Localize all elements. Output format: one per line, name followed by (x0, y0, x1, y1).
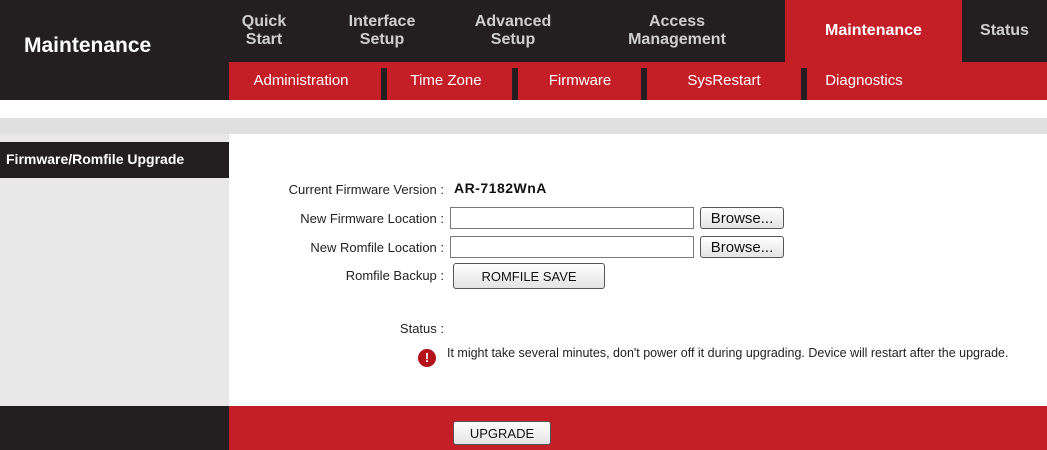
browse-romfile-button[interactable]: Browse... (700, 236, 784, 258)
tab-maintenance[interactable]: Maintenance (785, 0, 962, 62)
section-header: Firmware/Romfile Upgrade (0, 142, 229, 178)
romfile-backup-label: Romfile Backup : (345, 268, 444, 283)
current-version-value: AR-7182WnA (454, 180, 547, 196)
sub-nav: Administration Time Zone Firmware SysRes… (229, 62, 1047, 100)
subnav-divider (801, 68, 807, 100)
subtab-firmware[interactable]: Firmware (521, 68, 639, 94)
current-version-label: Current Firmware Version : (288, 182, 444, 197)
subtab-sysrestart[interactable]: SysRestart (649, 68, 799, 94)
warning-icon: ! (418, 349, 436, 367)
subtab-diagnostics[interactable]: Diagnostics (809, 68, 919, 94)
status-label: Status : (399, 321, 444, 336)
warning-message: It might take several minutes, don't pow… (447, 346, 1009, 360)
new-romfile-label: New Romfile Location : (310, 240, 444, 255)
subnav-divider (512, 68, 518, 100)
subnav-divider (381, 68, 387, 100)
subnav-divider (641, 68, 647, 100)
section-title: Firmware/Romfile Upgrade (6, 151, 185, 167)
new-firmware-label: New Firmware Location : (300, 211, 444, 226)
tab-advanced-setup[interactable]: Advanced Setup (463, 0, 563, 62)
subtab-administration[interactable]: Administration (229, 68, 373, 94)
tab-access-management[interactable]: Access Management (607, 0, 747, 62)
tab-quick-start[interactable]: Quick Start (229, 0, 299, 62)
brand-block: Maintenance (0, 0, 229, 100)
new-firmware-input[interactable] (450, 207, 694, 229)
footer-left (0, 406, 229, 450)
page-title: Maintenance (24, 34, 152, 57)
footer-bar (229, 406, 1047, 450)
romfile-save-button[interactable]: ROMFILE SAVE (453, 263, 605, 289)
spacer-band (0, 118, 1047, 134)
top-nav: Quick Start Interface Setup Advanced Set… (229, 0, 1047, 62)
tab-interface-setup[interactable]: Interface Setup (327, 0, 437, 62)
new-romfile-input[interactable] (450, 236, 694, 258)
upgrade-button[interactable]: UPGRADE (453, 421, 551, 445)
browse-firmware-button[interactable]: Browse... (700, 207, 784, 229)
tab-status[interactable]: Status (962, 0, 1047, 62)
subtab-time-zone[interactable]: Time Zone (391, 68, 501, 94)
